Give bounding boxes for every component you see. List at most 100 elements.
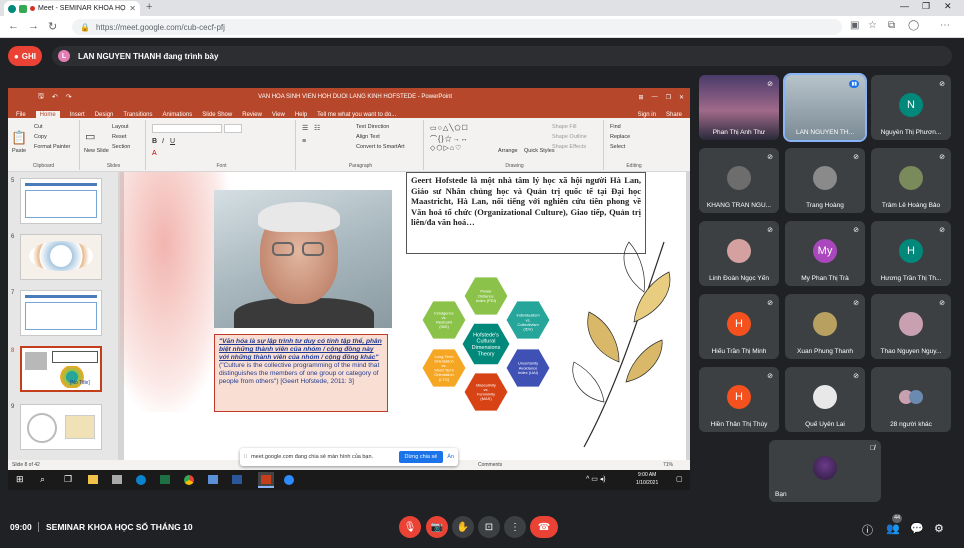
new-tab-button[interactable]: + xyxy=(146,1,152,13)
paste-button[interactable]: Paste xyxy=(12,148,26,154)
participant-tile[interactable]: H Hương Trần Thị Th... ⊘ xyxy=(871,221,951,286)
tab-home[interactable]: Home xyxy=(35,111,60,118)
windows-start-icon[interactable]: ⊞ xyxy=(16,474,24,485)
cut-button[interactable]: Cut xyxy=(34,124,43,130)
tray-icons[interactable]: ^ ▭ ◂) xyxy=(586,475,606,483)
participant-tile[interactable]: Linh Đoàn Ngọc Yến ⊘ xyxy=(699,221,779,286)
find-button[interactable]: Find xyxy=(610,124,621,130)
shape-effects-button[interactable]: Shape Effects xyxy=(552,144,586,150)
present-icon[interactable]: ⊡ xyxy=(478,516,500,538)
self-tile[interactable]: Bạn 🎙̸ xyxy=(769,440,881,502)
zoom-app-icon[interactable] xyxy=(284,475,294,485)
italic-icon[interactable]: I xyxy=(162,138,164,145)
menu-icon[interactable]: ⋯ xyxy=(940,20,950,31)
shape-outline-button[interactable]: Shape Outline xyxy=(552,134,587,140)
participant-tile[interactable]: My My Phan Thị Trà ⊘ xyxy=(785,221,865,286)
close-tab-icon[interactable]: ✕ xyxy=(129,4,136,13)
zoom-level[interactable]: 71% xyxy=(663,462,673,468)
star-icon[interactable]: ☆ xyxy=(868,20,877,31)
participant-tile[interactable]: Quế Uyên Lai ⊘ xyxy=(785,367,865,432)
shape-fill-button[interactable]: Shape Fill xyxy=(552,124,576,130)
format-painter-button[interactable]: Format Painter xyxy=(34,144,70,150)
participant-tile[interactable]: Phan Thị Anh Thư ⊘ xyxy=(699,75,779,140)
reset-button[interactable]: Reset xyxy=(112,134,126,140)
maximize-button[interactable]: ❐ xyxy=(922,1,930,12)
participant-tile[interactable]: Xuan Phung Thanh ⊘ xyxy=(785,294,865,359)
info-icon[interactable]: ⓘ xyxy=(862,522,873,538)
participant-tile[interactable]: KHANG TRAN NGU... ⊘ xyxy=(699,148,779,213)
drag-handle-icon[interactable]: ⁞⁞ xyxy=(244,454,247,460)
replace-button[interactable]: Replace xyxy=(610,134,630,140)
section-button[interactable]: Section xyxy=(112,144,130,150)
url-field[interactable]: 🔒 https://meet.google.com/cub-cecf-pfj xyxy=(72,19,842,35)
font-color-icon[interactable]: A xyxy=(152,150,157,157)
undo-icon[interactable]: ↶ xyxy=(52,93,58,101)
ppt-restore-icon[interactable]: ❐ xyxy=(666,94,671,101)
camera-off-icon[interactable]: 📷 xyxy=(426,516,448,538)
bullets-icon[interactable]: ☰ xyxy=(302,124,308,132)
minimize-button[interactable]: — xyxy=(900,1,909,11)
ppt-close-icon[interactable]: ✕ xyxy=(679,94,684,101)
font-name-box[interactable] xyxy=(152,124,222,133)
current-slide[interactable]: "Văn hóa là sự lập trình tư duy có tính … xyxy=(120,172,686,460)
chat-icon[interactable]: 💬 xyxy=(910,522,924,535)
participant-tile[interactable]: N Nguyễn Thị Phươn... ⊘ xyxy=(871,75,951,140)
quick-styles-button[interactable]: Quick Styles xyxy=(524,148,555,154)
font-size-box[interactable] xyxy=(224,124,242,133)
slide-thumbnail-5[interactable] xyxy=(20,178,102,224)
participant-tile[interactable]: H Hiếu Trần Thị Minh ⊘ xyxy=(699,294,779,359)
slide-thumbnail-6[interactable] xyxy=(20,234,102,280)
participant-tile[interactable]: LAN NGUYEN TH... ▮▮ xyxy=(783,73,867,142)
profile-icon[interactable]: ◯ xyxy=(908,20,919,31)
search-icon[interactable]: ⌕ xyxy=(40,474,45,485)
camera-permission-icon[interactable]: ▣ xyxy=(850,20,859,31)
new-slide-button[interactable]: New Slide xyxy=(84,148,109,154)
more-icon[interactable]: ⋮ xyxy=(504,516,526,538)
back-icon[interactable]: ← xyxy=(8,20,19,32)
shapes-gallery-icon[interactable]: ▭○△╲⬠☐ xyxy=(430,124,469,132)
new-slide-icon[interactable]: ▭ xyxy=(85,130,95,143)
layout-button[interactable]: Layout xyxy=(112,124,129,130)
participant-tile[interactable]: Thao Nguyen Nguy... ⊘ xyxy=(871,294,951,359)
chrome-icon[interactable] xyxy=(184,475,194,485)
copy-button[interactable]: Copy xyxy=(34,134,47,140)
select-button[interactable]: Select xyxy=(610,144,625,150)
hand-icon[interactable]: ✋ xyxy=(452,516,474,538)
excel-icon[interactable] xyxy=(160,475,170,484)
mic-off-icon[interactable]: 🎙 xyxy=(399,516,421,538)
edge-icon[interactable] xyxy=(136,475,146,485)
align-icon[interactable]: ≡ xyxy=(302,138,306,145)
comments-button[interactable]: Comments xyxy=(478,462,502,468)
arrange-button[interactable]: Arrange xyxy=(498,148,518,154)
refresh-icon[interactable]: ↻ xyxy=(48,20,57,33)
end-call-icon[interactable]: ☎ xyxy=(530,516,558,538)
smartart-button[interactable]: Convert to SmartArt xyxy=(356,144,405,150)
shapes-gallery-row2-icon[interactable]: ⌒{}☆→↔ xyxy=(430,134,469,144)
slide-thumbnail-7[interactable] xyxy=(20,290,102,336)
browser-tab[interactable]: Meet - SEMINAR KHOA HỌ... ✕ xyxy=(4,1,140,16)
word-icon[interactable] xyxy=(232,475,242,484)
activities-icon[interactable]: ⚙ xyxy=(934,522,944,535)
powerpoint-taskbar-item[interactable] xyxy=(258,472,274,488)
hide-button[interactable]: Ẩn xyxy=(447,454,454,460)
participant-tile[interactable]: Trang Hoàng ⊘ xyxy=(785,148,865,213)
collections-icon[interactable]: ⧉ xyxy=(888,20,895,31)
paste-icon[interactable]: 📋 xyxy=(11,130,27,146)
participant-tile[interactable]: 28 người khác xyxy=(871,367,951,432)
stop-sharing-button[interactable]: Dừng chia sẻ xyxy=(398,451,444,463)
save-icon[interactable]: 🖫 xyxy=(38,92,44,103)
participant-tile[interactable]: Trâm Lê Hoàng Bảo ⊘ xyxy=(871,148,951,213)
align-text-button[interactable]: Align Text xyxy=(356,134,380,140)
underline-icon[interactable]: U xyxy=(170,138,175,145)
task-view-icon[interactable]: ❐ xyxy=(64,474,72,485)
text-direction-button[interactable]: Text Direction xyxy=(356,124,389,130)
slide-thumbnail-8-selected[interactable]: [No Title] xyxy=(20,346,102,392)
slide-thumbnail-9[interactable] xyxy=(20,404,102,450)
notification-icon[interactable]: ▢ xyxy=(676,475,683,483)
ppt-minimize-icon[interactable]: — xyxy=(652,94,658,100)
ribbon-options-icon[interactable]: ⊞ xyxy=(639,94,644,101)
file-explorer-icon[interactable] xyxy=(88,475,98,484)
bold-icon[interactable]: B xyxy=(152,138,157,145)
participant-tile[interactable]: H Hiền Thân Thị Thúy ⊘ xyxy=(699,367,779,432)
people-icon[interactable]: 👥 xyxy=(886,522,900,535)
